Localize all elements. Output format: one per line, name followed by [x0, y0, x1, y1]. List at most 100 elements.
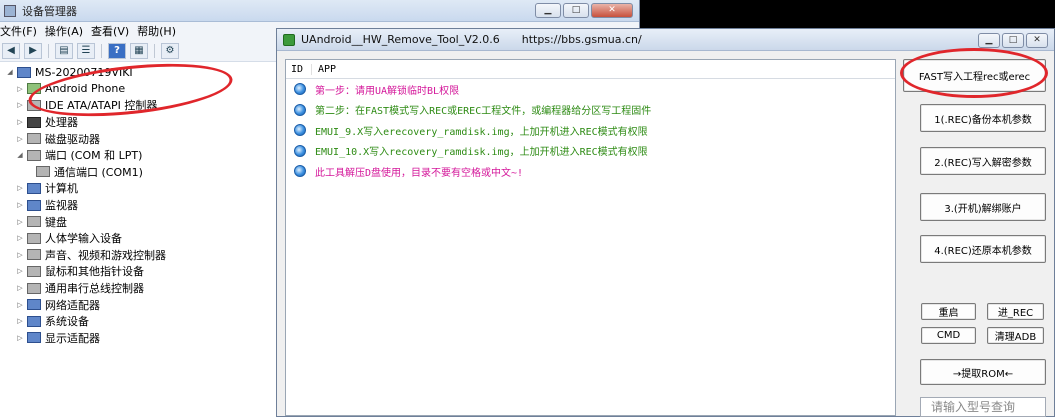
device-manager-title: 设备管理器: [22, 4, 77, 18]
expand-icon[interactable]: ▷: [16, 184, 24, 192]
tree-item-network[interactable]: ▷ 网络适配器: [0, 296, 290, 313]
help-icon[interactable]: ?: [108, 42, 126, 59]
tree-item-label: 磁盘驱动器: [45, 132, 100, 146]
write-decrypt-params-button[interactable]: 2.(REC)写入解密参数: [920, 147, 1046, 175]
list-item[interactable]: 第二步：在FAST模式写入REC或EREC工程文件，或编程器给分区写工程固件: [286, 100, 895, 121]
expand-icon[interactable]: ▷: [16, 284, 24, 292]
device-manager-titlebar: 设备管理器 ▁ □ ✕: [0, 0, 639, 22]
toolbar-separator: [101, 43, 102, 58]
tree-item-processor[interactable]: ▷ 处理器: [0, 114, 290, 131]
tree-item-label: 端口 (COM 和 LPT): [45, 149, 143, 163]
clean-adb-button[interactable]: 清理ADB: [987, 327, 1044, 344]
tree-item-mouse[interactable]: ▷ 鼠标和其他指针设备: [0, 263, 290, 280]
info-dot-icon: [294, 103, 306, 116]
expand-icon[interactable]: ▷: [16, 234, 24, 242]
backup-params-button[interactable]: 1(.REC)备份本机参数: [920, 104, 1046, 132]
close-button[interactable]: ✕: [1026, 33, 1048, 48]
monitor-icon: [27, 199, 41, 211]
forward-icon[interactable]: ▶: [24, 42, 42, 59]
tree-item-label: 网络适配器: [45, 298, 100, 312]
computer-icon: [27, 182, 41, 194]
expand-icon[interactable]: ▷: [16, 118, 24, 126]
tree-item-label: 通用串行总线控制器: [45, 282, 144, 296]
menu-help[interactable]: 帮助(H): [137, 23, 184, 39]
expand-icon[interactable]: ▷: [16, 334, 24, 342]
processor-icon: [27, 116, 41, 128]
tree-item-com1[interactable]: 通信端口 (COM1): [0, 164, 290, 181]
tree-item-computer[interactable]: ▷ 计算机: [0, 180, 290, 197]
tree-item-system[interactable]: ▷ 系统设备: [0, 313, 290, 330]
expand-icon[interactable]: ▷: [16, 267, 24, 275]
device-manager-icon: [4, 4, 16, 17]
menu-view[interactable]: 查看(V): [91, 23, 137, 39]
scan-hardware-icon[interactable]: ⚙: [161, 42, 179, 59]
minimize-button[interactable]: ▁: [978, 33, 1000, 48]
tool-titlebar: UAndroid__HW_Remove_Tool_V2.0.6 https://…: [277, 29, 1054, 51]
desktop-background: [640, 0, 1055, 30]
tree-item-ports[interactable]: ◢ 端口 (COM 和 LPT): [0, 147, 290, 164]
tree-item-label: 键盘: [45, 215, 67, 229]
tool-url: https://bbs.gsmua.cn/: [521, 33, 642, 46]
view-icon[interactable]: ▦: [130, 42, 148, 59]
list-item-text: EMUI_10.X写入recovery_ramdisk.img，上加开机进入RE…: [315, 147, 648, 159]
maximize-button[interactable]: □: [1002, 33, 1024, 48]
list-item[interactable]: 第一步：请用UA解锁临时BL权限: [286, 79, 895, 100]
unbind-account-button[interactable]: 3.(开机)解绑账户: [920, 193, 1046, 221]
disk-drive-icon: [27, 133, 41, 145]
restore-params-button[interactable]: 4.(REC)还原本机参数: [920, 235, 1046, 263]
step-list: ID APP 第一步：请用UA解锁临时BL权限 第二步：在FAST模式写入REC…: [285, 59, 896, 416]
tree-item-display[interactable]: ▷ 显示适配器: [0, 330, 290, 347]
menu-file[interactable]: 文件(F): [0, 23, 45, 39]
extract-rom-button[interactable]: →提取ROM←: [920, 359, 1046, 385]
list-item-text: 第一步：请用UA解锁临时BL权限: [315, 85, 460, 97]
tree-item-label: 显示适配器: [45, 331, 100, 345]
maximize-button[interactable]: □: [563, 3, 589, 18]
menu-action[interactable]: 操作(A): [45, 23, 91, 39]
cmd-button[interactable]: CMD: [921, 327, 976, 344]
expand-icon[interactable]: ▷: [16, 85, 24, 93]
collapse-icon[interactable]: ◢: [16, 151, 24, 159]
tree-item-disk-drives[interactable]: ▷ 磁盘驱动器: [0, 130, 290, 147]
tree-item-label: 鼠标和其他指针设备: [45, 265, 144, 279]
expand-icon[interactable]: ▷: [16, 218, 24, 226]
port-icon: [36, 166, 50, 178]
info-dot-icon: [294, 124, 306, 137]
tool-app-icon: [283, 33, 295, 46]
expand-icon[interactable]: ▷: [16, 101, 24, 109]
expand-icon[interactable]: ▷: [16, 301, 24, 309]
column-id[interactable]: ID: [286, 63, 312, 75]
list-header: ID APP: [286, 60, 895, 79]
tree-item-label: 计算机: [45, 182, 78, 196]
expand-icon[interactable]: ▷: [16, 317, 24, 325]
column-app[interactable]: APP: [312, 64, 336, 75]
properties-icon[interactable]: ▤: [55, 42, 73, 59]
list-item-text: EMUI_9.X写入erecovery_ramdisk.img，上加开机进入RE…: [315, 126, 648, 138]
tree-item-keyboard[interactable]: ▷ 键盘: [0, 213, 290, 230]
annotation-ellipse-fast-button: [900, 48, 1048, 98]
model-search-input[interactable]: 请输入型号查询: [920, 397, 1046, 417]
back-icon[interactable]: ◀: [2, 42, 20, 59]
list-item[interactable]: EMUI_9.X写入erecovery_ramdisk.img，上加开机进入RE…: [286, 120, 895, 141]
tree-item-sound[interactable]: ▷ 声音、视频和游戏控制器: [0, 247, 290, 264]
system-device-icon: [27, 315, 41, 327]
tree-item-usb[interactable]: ▷ 通用串行总线控制器: [0, 280, 290, 297]
enter-rec-button[interactable]: 进_REC: [987, 303, 1044, 320]
minimize-button[interactable]: ▁: [535, 3, 561, 18]
list-icon[interactable]: ☰: [77, 42, 95, 59]
tree-item-monitors[interactable]: ▷ 监视器: [0, 197, 290, 214]
tree-item-label: 监视器: [45, 199, 78, 213]
keyboard-icon: [27, 216, 41, 228]
expand-icon[interactable]: ▷: [16, 135, 24, 143]
usb-icon: [27, 282, 41, 294]
list-item[interactable]: EMUI_10.X写入recovery_ramdisk.img，上加开机进入RE…: [286, 141, 895, 162]
close-button[interactable]: ✕: [591, 3, 633, 18]
expand-icon[interactable]: ▷: [16, 201, 24, 209]
toolbar-separator: [154, 43, 155, 58]
mouse-icon: [27, 265, 41, 277]
list-item[interactable]: 此工具解压D盘使用，目录不要有空格或中文~!: [286, 161, 895, 182]
collapse-icon[interactable]: ◢: [6, 68, 14, 76]
tree-item-hid[interactable]: ▷ 人体学输入设备: [0, 230, 290, 247]
expand-icon[interactable]: ▷: [16, 251, 24, 259]
tool-title: UAndroid__HW_Remove_Tool_V2.0.6: [301, 33, 500, 46]
reboot-button[interactable]: 重启: [921, 303, 976, 320]
